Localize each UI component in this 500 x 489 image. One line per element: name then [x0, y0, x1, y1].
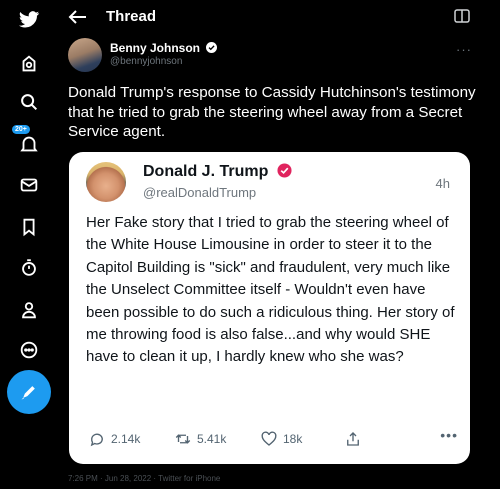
share-icon — [347, 432, 359, 446]
compose-button[interactable] — [7, 370, 51, 414]
post-text: Donald Trump's response to Cassidy Hutch… — [68, 84, 476, 140]
thread-header: Thread — [58, 0, 500, 36]
avatar[interactable] — [86, 162, 126, 202]
like-button[interactable]: 18k — [260, 430, 302, 448]
post-meta: 7:26 PM · Jun 28, 2022 · Twitter for iPh… — [68, 474, 221, 483]
home-icon[interactable] — [14, 49, 44, 79]
profile-icon[interactable] — [14, 295, 44, 325]
notification-badge: 20+ — [12, 125, 30, 134]
bookmark-icon[interactable] — [14, 212, 44, 242]
quoted-author-name-row: Donald J. Trump — [143, 163, 292, 181]
reply-icon — [90, 433, 103, 447]
bird-logo-icon[interactable] — [14, 5, 44, 35]
quoted-post-text: Her Fake story that I tried to grab the … — [86, 214, 455, 366]
quoted-post-card[interactable]: Donald J. Trump @realDonaldTrump 4h Her … — [69, 152, 470, 464]
action-bar: 2.14k 5.41k 18k ••• — [88, 427, 458, 450]
like-count: 18k — [283, 432, 303, 446]
lists-icon[interactable] — [14, 253, 44, 283]
author-name[interactable]: Benny Johnson — [110, 41, 200, 55]
reply-button[interactable]: 2.14k — [88, 430, 140, 448]
notifications-icon[interactable]: 20+ — [12, 125, 44, 159]
avatar[interactable] — [68, 38, 102, 72]
compose-icon — [21, 386, 35, 400]
author-handle[interactable]: @bennyjohnson — [110, 56, 182, 67]
quoted-author-name[interactable]: Donald J. Trump — [143, 163, 268, 180]
reply-count: 2.14k — [111, 432, 141, 446]
search-icon[interactable] — [14, 87, 44, 117]
more-options-button[interactable]: ··· — [456, 42, 472, 57]
reader-icon[interactable] — [454, 9, 470, 23]
heart-icon — [261, 431, 277, 446]
messages-icon[interactable] — [14, 170, 44, 200]
sidebar-nav: 20+ — [0, 0, 58, 489]
share-button[interactable] — [344, 430, 367, 448]
repost-icon — [175, 434, 191, 444]
repost-button[interactable]: 5.41k — [174, 430, 226, 448]
more-icon[interactable] — [14, 335, 44, 365]
quoted-author-handle[interactable]: @realDonaldTrump — [143, 185, 256, 200]
verified-badge-icon — [277, 163, 292, 178]
author-name-row: Benny Johnson — [110, 41, 218, 55]
page-title: Thread — [106, 8, 157, 25]
quoted-timestamp[interactable]: 4h — [436, 176, 450, 191]
more-options-button[interactable]: ••• — [440, 427, 458, 443]
repost-count: 5.41k — [197, 432, 227, 446]
verified-badge-icon — [206, 42, 218, 53]
back-arrow-icon[interactable] — [66, 7, 90, 27]
